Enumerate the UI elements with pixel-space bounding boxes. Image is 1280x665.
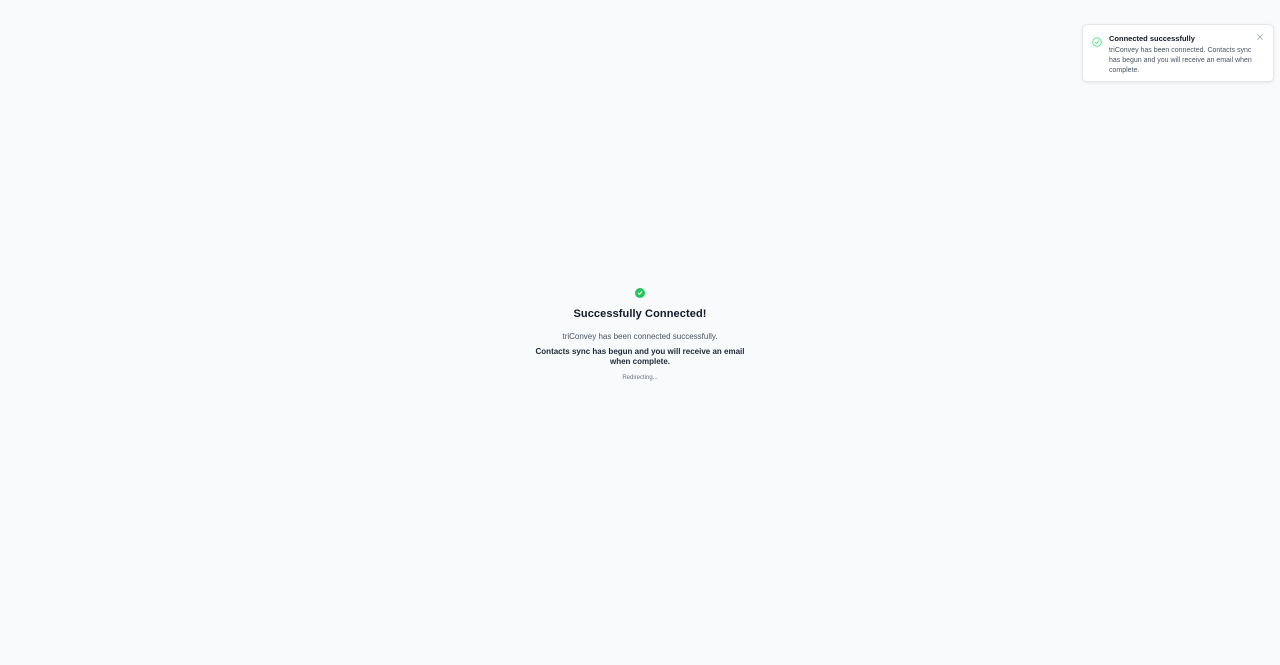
close-icon[interactable]	[1256, 33, 1264, 41]
check-circle-icon	[635, 288, 645, 298]
status-title: Successfully Connected!	[573, 308, 707, 320]
connection-status: Successfully Connected! triConvey has be…	[0, 288, 1280, 381]
toast-title: Connected successfully	[1109, 34, 1195, 43]
status-subtitle: triConvey has been connected successfull…	[562, 332, 718, 341]
success-toast: Connected successfully triConvey has bee…	[1082, 24, 1274, 82]
page: Successfully Connected! triConvey has be…	[0, 0, 1280, 665]
status-detail: Contacts sync has begun and you will rec…	[535, 347, 745, 366]
redirect-text: Redirecting...	[622, 375, 658, 381]
toast-message: triConvey has been connected. Contacts s…	[1109, 47, 1252, 74]
check-circle-outline-icon	[1092, 34, 1102, 47]
